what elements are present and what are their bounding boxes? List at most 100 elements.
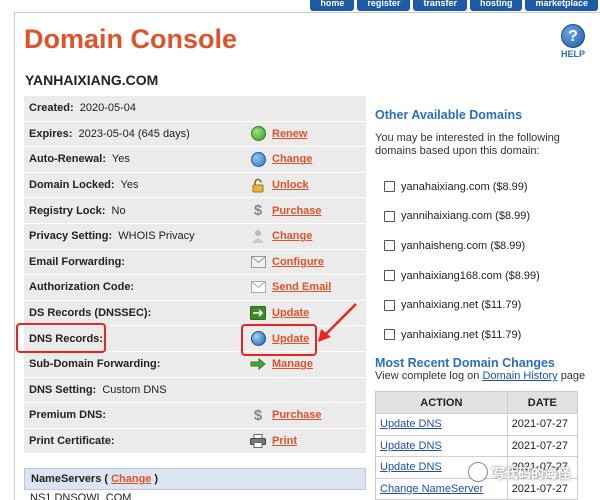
- arrow-right-icon[interactable]: [250, 356, 266, 372]
- info-row-premium-dns: Premium DNS: $ Purchase: [24, 403, 366, 429]
- change-action-link[interactable]: Update DNS: [380, 461, 442, 473]
- nameservers-change-link[interactable]: Change: [111, 473, 151, 485]
- info-label: Sub-Domain Forwarding:: [29, 358, 161, 371]
- change-action-link[interactable]: Change NameServer: [380, 483, 483, 495]
- clock-icon[interactable]: [250, 151, 266, 167]
- domain-checkbox[interactable]: [384, 270, 395, 282]
- change-action-link[interactable]: Update DNS: [380, 440, 442, 452]
- printer-icon[interactable]: [250, 433, 266, 449]
- domain-option: yanhaisheng.com ($8.99): [401, 239, 526, 252]
- email-forwarding-configure-link[interactable]: Configure: [272, 256, 324, 268]
- send-email-link[interactable]: Send Email: [272, 281, 331, 293]
- ds-records-update-link[interactable]: Update: [272, 307, 309, 319]
- recent-changes-heading: Most Recent Domain Changes: [375, 356, 555, 370]
- lock-icon[interactable]: [250, 177, 266, 193]
- nav-tab-marketplace[interactable]: marketplace: [525, 0, 598, 11]
- info-value: 2020-05-04: [79, 102, 137, 115]
- top-nav: home register transfer hosting marketpla…: [310, 0, 600, 11]
- info-label: DS Records (DNSSEC):: [29, 307, 152, 320]
- person-icon[interactable]: [250, 228, 266, 244]
- privacy-change-link[interactable]: Change: [272, 230, 312, 242]
- domain-history-link[interactable]: Domain History: [482, 370, 557, 382]
- help-icon[interactable]: ?: [561, 24, 585, 48]
- page-title: Domain Console: [24, 24, 238, 54]
- watermark: 写代码的海怪: [468, 462, 570, 482]
- info-row-authorization-code: Authorization Code: Send Email: [24, 275, 366, 301]
- dollar-icon[interactable]: $: [250, 202, 266, 219]
- domain-info-table: Created: 2020-05-04 Expires: 2023-05-04 …: [24, 96, 366, 455]
- info-value: No: [111, 204, 126, 217]
- renew-link[interactable]: Renew: [272, 128, 307, 140]
- info-label: DNS Setting:: [29, 383, 97, 396]
- envelope-send-icon[interactable]: [250, 279, 266, 295]
- info-row-sub-domain-forwarding: Sub-Domain Forwarding: Manage: [24, 351, 366, 378]
- premium-dns-purchase-link[interactable]: Purchase: [272, 409, 322, 421]
- envelope-icon[interactable]: [250, 254, 266, 270]
- change-action-link[interactable]: Update DNS: [380, 418, 442, 430]
- list-item: yanhaixiang168.com ($8.99): [384, 261, 540, 291]
- available-domains-intro-text: You may be interested in the following d…: [375, 132, 560, 157]
- info-value: 2023-05-04 (645 days): [78, 127, 190, 140]
- log-suffix: page: [560, 370, 586, 382]
- info-row-registry-lock: Registry Lock: No $ Purchase: [24, 198, 366, 224]
- info-label: Authorization Code:: [29, 281, 135, 294]
- domain-checkbox[interactable]: [384, 210, 395, 222]
- info-row-privacy-setting: Privacy Setting: WHOIS Privacy Change: [24, 223, 366, 250]
- col-date-header: DATE: [527, 396, 557, 409]
- dns-records-highlight: [16, 323, 106, 353]
- list-item: yanahaixiang.com ($8.99): [384, 172, 540, 202]
- print-link[interactable]: Print: [272, 435, 297, 447]
- col-action-header: ACTION: [376, 392, 508, 413]
- available-domains-intro: You may be interested in the following d…: [375, 132, 575, 158]
- domain-option: yannihaixiang.com ($8.99): [401, 210, 531, 223]
- list-item: yanhaisheng.com ($8.99): [384, 231, 540, 261]
- log-prefix: View complete log on: [375, 370, 480, 382]
- nav-tab-transfer[interactable]: transfer: [413, 0, 467, 11]
- info-label: Registry Lock:: [29, 204, 106, 217]
- info-row-print-certificate: Print Certificate: Print: [24, 428, 366, 455]
- info-row-dns-setting: DNS Setting: Custom DNS: [24, 377, 366, 404]
- nav-tab-hosting[interactable]: hosting: [469, 0, 523, 11]
- change-date: 2021-07-27: [511, 439, 568, 452]
- info-label: Expires:: [29, 127, 73, 140]
- domain-option: yanahaixiang.com ($8.99): [401, 180, 528, 193]
- domain-checkbox[interactable]: [384, 240, 395, 252]
- registry-lock-purchase-link[interactable]: Purchase: [272, 205, 322, 217]
- dns-update-highlight: [241, 324, 317, 356]
- nameservers-label: NameServers (: [31, 473, 109, 485]
- info-row-domain-locked: Domain Locked: Yes Unlock: [24, 172, 366, 199]
- list-item: yanhaixiang.net ($11.79): [384, 290, 540, 320]
- info-label: Created:: [29, 102, 74, 115]
- watermark-logo-icon: [468, 462, 488, 482]
- domain-checkbox[interactable]: [384, 329, 395, 341]
- list-item: yannihaixiang.com ($8.99): [384, 202, 540, 232]
- help-label[interactable]: HELP: [559, 49, 587, 59]
- domain-checkbox[interactable]: [384, 299, 395, 311]
- info-value: Yes: [111, 153, 130, 166]
- info-row-created: Created: 2020-05-04: [24, 96, 366, 122]
- domain-option: yanhaixiang168.com ($8.99): [401, 269, 540, 282]
- nameservers-bar: NameServers ( Change ): [24, 468, 366, 490]
- domain-option: yanhaixiang.net ($11.79): [401, 299, 522, 312]
- nav-tab-home[interactable]: home: [310, 0, 355, 11]
- dollar-icon[interactable]: $: [250, 407, 266, 424]
- sub-domain-manage-link[interactable]: Manage: [272, 358, 313, 370]
- info-label: Print Certificate:: [29, 435, 115, 448]
- recent-changes-log: View complete log on Domain History page: [375, 370, 595, 383]
- nav-tab-register[interactable]: register: [357, 0, 411, 11]
- recent-changes-table: ACTION DATE Update DNS 2021-07-27 Update…: [375, 391, 578, 500]
- auto-renewal-change-link[interactable]: Change: [272, 153, 312, 165]
- renew-icon[interactable]: [250, 126, 266, 142]
- info-label: Auto-Renewal:: [29, 153, 106, 166]
- available-domains-title: Other Available Domains: [375, 108, 522, 122]
- nameserver-1: NS1.DNSOWL.COM: [30, 492, 132, 500]
- dnssec-icon[interactable]: [250, 305, 266, 321]
- nameservers-label-close: ): [154, 473, 159, 485]
- table-row: Update DNS 2021-07-27: [376, 434, 577, 456]
- table-header: ACTION DATE: [376, 392, 577, 413]
- available-domains-list: yanahaixiang.com ($8.99) yannihaixiang.c…: [384, 172, 540, 350]
- help-button[interactable]: ? HELP: [559, 24, 587, 59]
- domain-checkbox[interactable]: [384, 181, 395, 193]
- unlock-link[interactable]: Unlock: [272, 179, 309, 191]
- domain-name: YANHAIXIANG.COM: [25, 72, 159, 88]
